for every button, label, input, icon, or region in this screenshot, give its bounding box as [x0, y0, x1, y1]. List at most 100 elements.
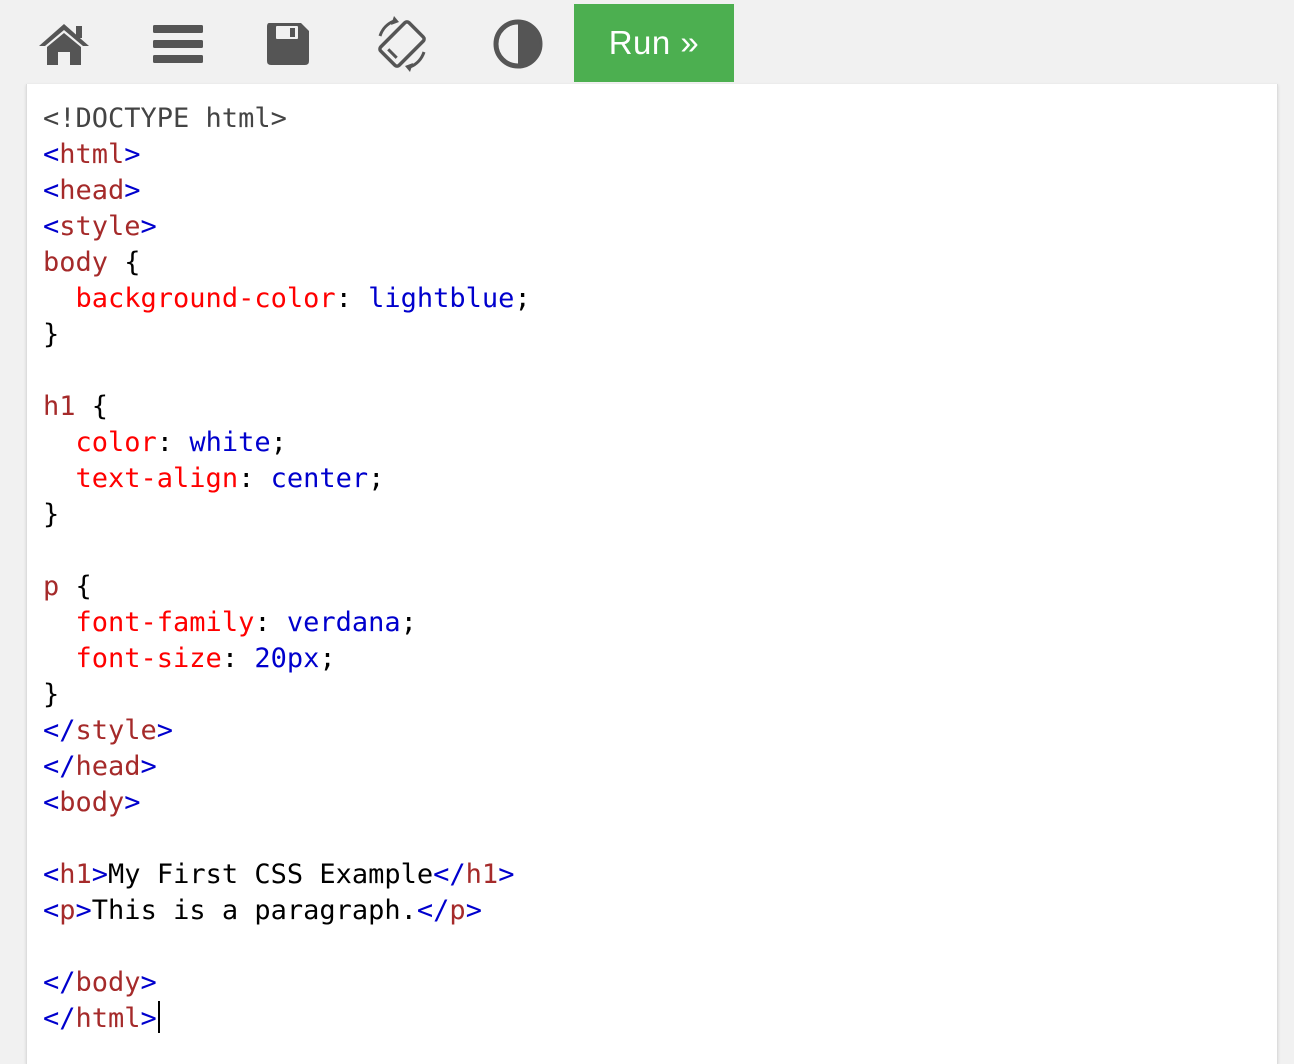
code-token-tag: </	[43, 967, 76, 998]
code-token-plain: :	[238, 463, 271, 494]
menu-button[interactable]	[142, 8, 214, 80]
code-token-tagname: html	[59, 139, 125, 170]
code-token-value: verdana	[286, 607, 401, 638]
code-token-tagname: head	[59, 175, 125, 206]
code-line: <body>	[43, 785, 531, 821]
contrast-button[interactable]	[482, 8, 554, 80]
code-token-tag: >	[140, 967, 157, 998]
run-button[interactable]: Run »	[574, 4, 734, 82]
text-caret	[157, 1001, 160, 1033]
code-token-prop: font-size	[75, 643, 222, 674]
code-token-tag: >	[140, 211, 157, 242]
code-token-tagname: p	[59, 895, 76, 926]
code-line: p {	[43, 569, 531, 605]
code-token-plain: {	[59, 571, 92, 602]
code-token-plain: ;	[270, 427, 287, 458]
code-token-plain: :	[335, 283, 369, 314]
code-token-selector: h1	[43, 391, 76, 422]
code-token-plain: This is a paragraph.	[91, 895, 417, 926]
code-token-tag: </	[433, 859, 466, 890]
code-token-tagname: h1	[465, 859, 499, 890]
editor-toolbar: Run »	[0, 0, 1294, 82]
code-token-tag: >	[465, 895, 482, 926]
code-line: <p>This is a paragraph.</p>	[43, 893, 531, 929]
code-line: font-family: verdana;	[43, 605, 531, 641]
code-line: <html>	[43, 137, 531, 173]
code-token-plain: }	[43, 499, 60, 530]
code-line: }	[43, 317, 531, 353]
code-token-tag: <	[43, 211, 60, 242]
code-token-tagname: style	[59, 211, 141, 242]
code-token-tag: <	[43, 895, 60, 926]
code-token-tagname: style	[75, 715, 157, 746]
code-token-plain: ;	[319, 643, 336, 674]
code-token-tag: >	[140, 751, 157, 782]
code-line: <h1>My First CSS Example</h1>	[43, 857, 531, 893]
home-button[interactable]	[28, 8, 100, 80]
code-line: </head>	[43, 749, 531, 785]
code-line: <style>	[43, 209, 531, 245]
code-token-value: lightblue	[368, 283, 515, 314]
code-token-plain: }	[43, 319, 60, 350]
code-token-prop: text-align	[75, 463, 239, 494]
code-token-tag: >	[156, 715, 174, 746]
code-token-tagname: head	[75, 751, 141, 782]
contrast-icon	[492, 18, 544, 70]
code-editor[interactable]: <!DOCTYPE html> <html> <head> <style> body {…	[26, 84, 1278, 1064]
code-token-tagname: body	[75, 967, 141, 998]
code-token-tagname: p	[449, 895, 466, 926]
code-line: <head>	[43, 173, 531, 209]
code-line: h1 {	[43, 389, 531, 425]
code-token-value: 20px	[254, 643, 320, 674]
code-token-selector: p	[43, 571, 60, 602]
code-token-plain: {	[75, 391, 109, 422]
code-line: <!DOCTYPE html>	[43, 101, 531, 137]
code-token-tag: >	[124, 139, 141, 170]
code-token-plain: :	[221, 643, 255, 674]
code-token-plain: My First CSS Example	[108, 859, 434, 890]
code-token-tag: </	[416, 895, 450, 926]
code-token-tag: >	[140, 1003, 157, 1034]
code-token-value: center	[270, 463, 369, 494]
code-token-tag: >	[498, 859, 515, 890]
code-token-tag: >	[124, 787, 141, 818]
code-token-plain: }	[43, 679, 60, 710]
code-token-tagname: h1	[59, 859, 92, 890]
code-token-tag: >	[124, 175, 141, 206]
code-token-plain: ;	[514, 283, 531, 314]
code-token-tag: </	[43, 715, 76, 746]
code-line: background-color: lightblue;	[43, 281, 531, 317]
code-line: }	[43, 677, 531, 713]
code-token-tag: </	[43, 751, 76, 782]
code-token-plain: ;	[400, 607, 417, 638]
code-token-prop: font-family	[75, 607, 255, 638]
code-token-selector: body	[43, 247, 109, 278]
code-content: <!DOCTYPE html> <html> <head> <style> body {…	[43, 101, 531, 1037]
code-token-prop: background-color	[75, 283, 336, 314]
code-token-tagname: body	[59, 787, 125, 818]
code-token-plain: {	[108, 247, 141, 278]
code-line: </style>	[43, 713, 531, 749]
menu-icon	[153, 24, 203, 64]
rotate-button[interactable]	[366, 8, 438, 80]
code-token-plain: ;	[368, 463, 385, 494]
code-token-tag: >	[91, 859, 109, 890]
save-icon	[265, 21, 311, 67]
save-button[interactable]	[252, 8, 324, 80]
code-token-prop: color	[75, 427, 157, 458]
code-line: text-align: center;	[43, 461, 531, 497]
code-line: </html>	[43, 1001, 531, 1037]
code-token-tag: </	[43, 1003, 76, 1034]
code-line: body {	[43, 245, 531, 281]
code-line: color: white;	[43, 425, 531, 461]
code-token-tag: <	[43, 139, 60, 170]
